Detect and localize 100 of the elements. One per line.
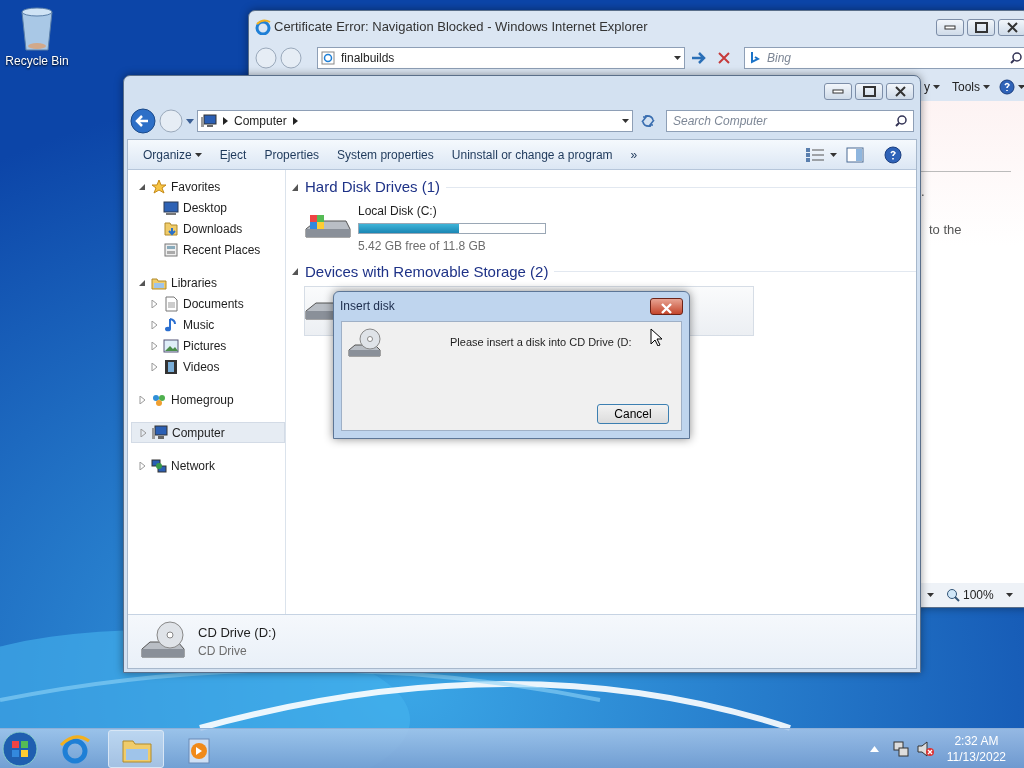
expand-icon: [138, 395, 146, 404]
expand-icon: [150, 362, 158, 371]
music-note-icon: [163, 316, 179, 333]
nav-item[interactable]: Documents: [131, 293, 285, 314]
caret-icon: [983, 85, 990, 89]
dialog-title: Insert disk: [340, 298, 395, 316]
collapse-icon: [138, 278, 146, 287]
expand-icon: [150, 341, 158, 350]
back-button[interactable]: [130, 108, 156, 134]
page-text: to the: [928, 220, 963, 239]
show-hidden-icons-button[interactable]: [869, 745, 879, 752]
computer-icon: [201, 114, 217, 128]
menu-button[interactable]: Tools: [949, 74, 993, 100]
start-button[interactable]: [0, 728, 40, 768]
preview-pane-button[interactable]: [846, 146, 864, 163]
window-title: Certificate Error: Navigation Blocked - Windows Internet Explorer: [274, 18, 649, 37]
details-type: CD Drive: [198, 643, 248, 661]
search-field[interactable]: Bing: [744, 47, 1024, 69]
collapse-icon[interactable]: [292, 268, 299, 276]
details-name: CD Drive (D:): [198, 623, 276, 642]
more-button[interactable]: »: [621, 141, 647, 168]
collapse-icon[interactable]: [292, 183, 299, 191]
address-field[interactable]: Computer: [197, 110, 633, 132]
toolbar-button[interactable]: Properties: [255, 141, 329, 168]
volume-muted-icon[interactable]: [916, 740, 935, 757]
zoom-icon: [946, 588, 960, 602]
toolbar-button[interactable]: Uninstall or change a program: [442, 141, 622, 168]
menu-button[interactable]: y: [921, 74, 943, 100]
star-icon: [151, 178, 167, 195]
close-button[interactable]: [998, 18, 1024, 36]
mouse-cursor-icon: [649, 327, 662, 346]
close-icon: [894, 85, 906, 97]
breadcrumb-item[interactable]: Computer: [234, 112, 287, 130]
search-provider-icon: [751, 51, 761, 65]
network-icon[interactable]: [892, 740, 909, 757]
caret-icon: [927, 593, 934, 597]
monitor-icon: [163, 199, 179, 216]
toolbar-button[interactable]: System properties: [328, 141, 443, 168]
page-text: .: [921, 183, 926, 201]
close-icon: [1006, 21, 1018, 33]
minimize-icon: [832, 88, 844, 94]
nav-item[interactable]: Pictures: [131, 335, 285, 356]
nav-item[interactable]: Homegroup: [131, 389, 285, 410]
browser-logo-icon: [255, 19, 271, 35]
expand-icon: [139, 428, 147, 437]
nav-item[interactable]: Favorites: [131, 176, 285, 197]
group-header[interactable]: Hard Disk Drives (1): [305, 176, 440, 199]
group-header[interactable]: Devices with Removable Storage (2): [305, 260, 549, 283]
recycle-bin-icon: [19, 6, 55, 52]
drive-space-text: 5.42 GB free of 11.8 GB: [358, 237, 487, 255]
search-icon: [1010, 52, 1022, 64]
search-placeholder: Search Computer: [673, 113, 769, 130]
drive-name[interactable]: Local Disk (C:): [358, 201, 546, 220]
caret-icon: [194, 152, 202, 157]
chevron-icon: [223, 117, 228, 125]
maximize-button[interactable]: [855, 82, 883, 100]
address-text: finalbuilds: [341, 50, 396, 67]
caret-icon: [1005, 593, 1013, 597]
maximize-icon: [974, 21, 988, 33]
nav-item[interactable]: Desktop: [131, 197, 285, 218]
dialog-message: Please insert a disk into CD Drive (D:: [450, 334, 632, 350]
nav-item[interactable]: Computer: [131, 422, 285, 443]
search-placeholder: Bing: [767, 50, 793, 67]
collapse-icon: [138, 182, 146, 191]
close-button[interactable]: [886, 82, 914, 100]
help-button[interactable]: [884, 145, 902, 164]
folder-icon: [163, 220, 179, 237]
page-icon: [321, 51, 335, 65]
nav-item[interactable]: Network: [131, 455, 285, 476]
expand-icon: [150, 320, 158, 329]
nav-item[interactable]: Videos: [131, 356, 285, 377]
computer-icon: [152, 424, 168, 441]
zoom-button[interactable]: 100%: [946, 582, 994, 608]
expand-icon: [138, 461, 146, 470]
caret-icon: [622, 119, 629, 123]
desktop-icon-label[interactable]: Recycle Bin: [5, 52, 69, 70]
expand-icon: [150, 299, 158, 308]
cancel-button[interactable]: Cancel: [597, 404, 669, 424]
address-field[interactable]: finalbuilds: [317, 47, 685, 69]
close-button[interactable]: [650, 297, 683, 315]
search-icon: [895, 115, 907, 127]
toolbar-button[interactable]: Organize: [134, 141, 211, 168]
nav-item[interactable]: Recent Places: [131, 239, 285, 260]
film-icon: [163, 358, 179, 375]
maximize-icon: [862, 85, 876, 97]
nav-item[interactable]: Downloads: [131, 218, 285, 239]
history-dropdown-icon[interactable]: [186, 118, 194, 124]
toolbar-button[interactable]: Eject: [210, 141, 256, 168]
caret-icon: [674, 56, 681, 60]
caret-icon: [933, 85, 940, 89]
caret-icon: [1018, 85, 1024, 89]
search-field[interactable]: Search Computer: [666, 110, 914, 132]
views-icon: [806, 147, 824, 162]
caret-icon: [830, 152, 837, 157]
help-icon: [999, 79, 1015, 95]
chevron-icon: [292, 117, 298, 125]
drive-icon: [305, 302, 333, 320]
maximize-button[interactable]: [967, 18, 995, 36]
nav-item[interactable]: Music: [131, 314, 285, 335]
nav-item[interactable]: Libraries: [131, 272, 285, 293]
